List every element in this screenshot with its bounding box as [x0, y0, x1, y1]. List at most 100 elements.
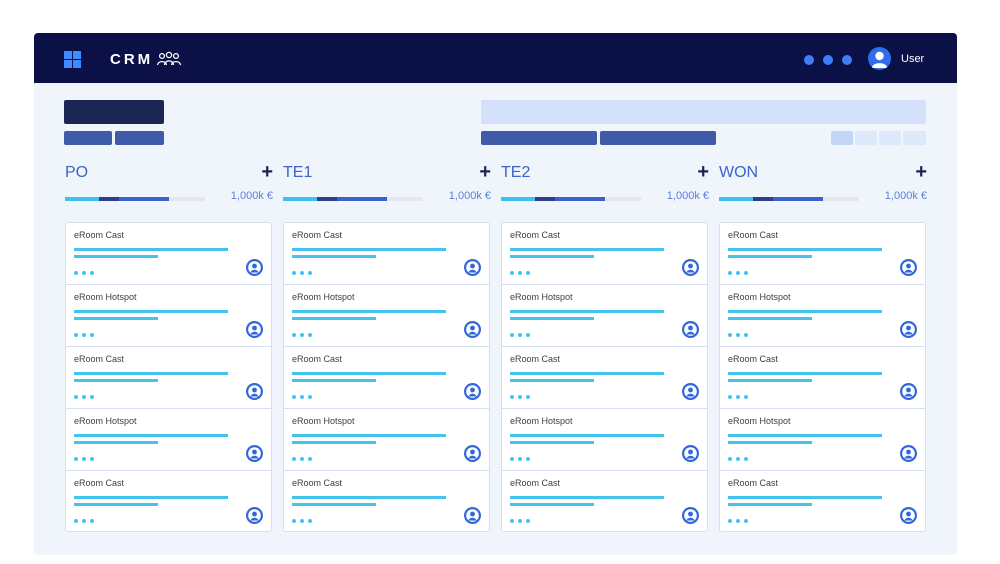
assignee-avatar-icon[interactable] — [464, 445, 481, 462]
deal-card[interactable]: eRoom Cast — [284, 471, 489, 533]
deal-card[interactable]: eRoom Cast — [502, 347, 707, 409]
add-card-icon[interactable]: + — [697, 162, 709, 182]
view-toggle-2[interactable] — [855, 131, 877, 145]
deal-card[interactable]: eRoom Hotspot — [720, 285, 925, 347]
card-line — [728, 496, 882, 499]
more-dots-icon[interactable] — [292, 271, 312, 275]
card-line — [74, 441, 158, 444]
column-amount: 1,000k € — [230, 190, 273, 202]
assignee-avatar-icon[interactable] — [246, 259, 263, 276]
more-dots-icon[interactable] — [74, 271, 94, 275]
search-placeholder[interactable] — [481, 100, 926, 124]
deal-card[interactable]: eRoom Cast — [720, 471, 925, 533]
column-name[interactable]: TE2 — [501, 164, 530, 182]
add-card-icon[interactable]: + — [261, 162, 273, 182]
card-line — [74, 317, 158, 320]
view-toggle-1[interactable] — [831, 131, 853, 145]
filter-placeholder-1[interactable] — [481, 131, 597, 145]
dots-icon[interactable] — [804, 55, 852, 65]
card-title: eRoom Cast — [292, 354, 343, 364]
add-card-icon[interactable]: + — [915, 162, 927, 182]
more-dots-icon[interactable] — [728, 457, 748, 461]
assignee-avatar-icon[interactable] — [682, 321, 699, 338]
add-card-icon[interactable]: + — [479, 162, 491, 182]
more-dots-icon[interactable] — [510, 271, 530, 275]
people-icon — [157, 51, 182, 66]
assignee-avatar-icon[interactable] — [464, 321, 481, 338]
deal-card[interactable]: eRoom Cast — [502, 223, 707, 285]
more-dots-icon[interactable] — [292, 333, 312, 337]
card-line — [292, 372, 446, 375]
deal-card[interactable]: eRoom Cast — [66, 471, 271, 533]
assignee-avatar-icon[interactable] — [682, 445, 699, 462]
assignee-avatar-icon[interactable] — [900, 445, 917, 462]
assignee-avatar-icon[interactable] — [900, 259, 917, 276]
column-name[interactable]: TE1 — [283, 164, 312, 182]
assignee-avatar-icon[interactable] — [246, 445, 263, 462]
column-name[interactable]: WON — [719, 164, 758, 182]
deal-card[interactable]: eRoom Hotspot — [720, 409, 925, 471]
assignee-avatar-icon[interactable] — [900, 321, 917, 338]
view-toggle-4[interactable] — [903, 131, 926, 145]
grid-icon[interactable] — [64, 51, 81, 68]
column-amount: 1,000k € — [666, 190, 709, 202]
deal-card[interactable]: eRoom Cast — [284, 223, 489, 285]
more-dots-icon[interactable] — [510, 333, 530, 337]
card-title: eRoom Hotspot — [728, 416, 791, 426]
subtab-placeholder-1[interactable] — [64, 131, 112, 145]
more-dots-icon[interactable] — [728, 271, 748, 275]
more-dots-icon[interactable] — [728, 333, 748, 337]
assignee-avatar-icon[interactable] — [464, 507, 481, 524]
more-dots-icon[interactable] — [510, 519, 530, 523]
more-dots-icon[interactable] — [74, 333, 94, 337]
assignee-avatar-icon[interactable] — [246, 321, 263, 338]
more-dots-icon[interactable] — [292, 519, 312, 523]
deal-card[interactable]: eRoom Cast — [66, 223, 271, 285]
deal-card[interactable]: eRoom Hotspot — [284, 409, 489, 471]
column-amount: 1,000k € — [884, 190, 927, 202]
column-header: TE2 +1,000k € — [501, 162, 709, 204]
assignee-avatar-icon[interactable] — [464, 259, 481, 276]
more-dots-icon[interactable] — [74, 395, 94, 399]
column-name[interactable]: PO — [65, 164, 88, 182]
assignee-avatar-icon[interactable] — [682, 383, 699, 400]
card-line — [510, 496, 664, 499]
assignee-avatar-icon[interactable] — [682, 259, 699, 276]
filter-placeholder-2[interactable] — [600, 131, 716, 145]
column-progress-bar — [65, 197, 205, 201]
more-dots-icon[interactable] — [74, 457, 94, 461]
assignee-avatar-icon[interactable] — [246, 507, 263, 524]
deal-card[interactable]: eRoom Hotspot — [502, 409, 707, 471]
card-line — [510, 503, 594, 506]
user-avatar-icon[interactable] — [868, 47, 891, 70]
column-progress-bar — [283, 197, 423, 201]
more-dots-icon[interactable] — [74, 519, 94, 523]
assignee-avatar-icon[interactable] — [900, 507, 917, 524]
user-label[interactable]: User — [901, 53, 924, 65]
card-list: eRoom Cast eRoom Hotspot eRoom Cast eRoom H… — [501, 222, 708, 532]
more-dots-icon[interactable] — [292, 457, 312, 461]
card-title: eRoom Cast — [510, 354, 561, 364]
deal-card[interactable]: eRoom Cast — [720, 347, 925, 409]
assignee-avatar-icon[interactable] — [464, 383, 481, 400]
deal-card[interactable]: eRoom Cast — [502, 471, 707, 533]
deal-card[interactable]: eRoom Hotspot — [66, 409, 271, 471]
more-dots-icon[interactable] — [728, 519, 748, 523]
deal-card[interactable]: eRoom Cast — [66, 347, 271, 409]
deal-card[interactable]: eRoom Cast — [284, 347, 489, 409]
assignee-avatar-icon[interactable] — [246, 383, 263, 400]
more-dots-icon[interactable] — [728, 395, 748, 399]
more-dots-icon[interactable] — [510, 395, 530, 399]
more-dots-icon[interactable] — [510, 457, 530, 461]
more-dots-icon[interactable] — [292, 395, 312, 399]
subtab-placeholder-2[interactable] — [115, 131, 164, 145]
view-toggle-3[interactable] — [879, 131, 901, 145]
deal-card[interactable]: eRoom Hotspot — [284, 285, 489, 347]
card-line — [292, 434, 446, 437]
deal-card[interactable]: eRoom Cast — [720, 223, 925, 285]
assignee-avatar-icon[interactable] — [900, 383, 917, 400]
deal-card[interactable]: eRoom Hotspot — [502, 285, 707, 347]
deal-card[interactable]: eRoom Hotspot — [66, 285, 271, 347]
column-header: PO +1,000k € — [65, 162, 273, 204]
assignee-avatar-icon[interactable] — [682, 507, 699, 524]
